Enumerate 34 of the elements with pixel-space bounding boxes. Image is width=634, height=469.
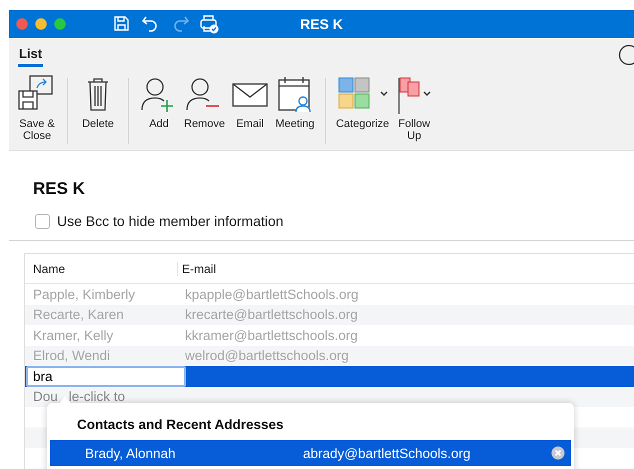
contact-email: abrady@bartlettSchools.org [303, 446, 472, 460]
checkbox[interactable] [35, 214, 50, 228]
meeting-button[interactable]: Meeting [272, 74, 317, 130]
name-input-field[interactable]: bra [26, 366, 186, 387]
table-cell-text: kpapple@bartlettSchools.org [184, 286, 360, 302]
hint-text: le-click to [68, 389, 126, 404]
email-button[interactable]: Email [228, 74, 272, 130]
follow-up-button[interactable]: Follow Up [392, 74, 436, 142]
table-cell-text: krecarte@bartlettschools.org [184, 307, 359, 322]
column-header[interactable]: E-mail [177, 262, 634, 276]
print-icon[interactable] [199, 14, 219, 34]
remove-icon[interactable] [551, 446, 565, 460]
categorize-button[interactable]: Categorize [334, 74, 392, 142]
ribbon-tab[interactable]: List [18, 46, 44, 67]
table-cell-text: Kramer, Kelly [32, 328, 114, 343]
selected-row[interactable]: bra [25, 366, 634, 386]
window-control-icon[interactable] [35, 18, 47, 30]
hint-text: Dou [33, 389, 58, 404]
window-title: RES K [299, 16, 344, 32]
popup-heading: Contacts and Recent Addresses [77, 417, 285, 432]
list-name: RES K [33, 179, 86, 199]
table-cell-text: kkramer@bartlettschools.org [184, 328, 359, 343]
table-cell-text: welrod@bartlettschools.org [184, 348, 350, 364]
delete-button[interactable]: Delete [76, 74, 120, 130]
column-header[interactable]: Name [25, 262, 177, 276]
remove-button[interactable]: Remove [182, 74, 227, 130]
table-cell-text: Recarte, Karen [32, 307, 125, 322]
table-cell-text: Papple, Kimberly [32, 286, 136, 302]
save-close-button[interactable]: Save & Close [15, 74, 59, 142]
add-button[interactable]: Add [137, 74, 181, 130]
table-cell-text: Elrod, Wendi [32, 348, 112, 364]
suggestion-item[interactable]: Brady, Alonnah abrady@bartlettSchools.org [50, 440, 571, 466]
contact-name: Brady, Alonnah [84, 446, 177, 460]
checkbox-label: Use Bcc to hide member information [57, 213, 284, 229]
